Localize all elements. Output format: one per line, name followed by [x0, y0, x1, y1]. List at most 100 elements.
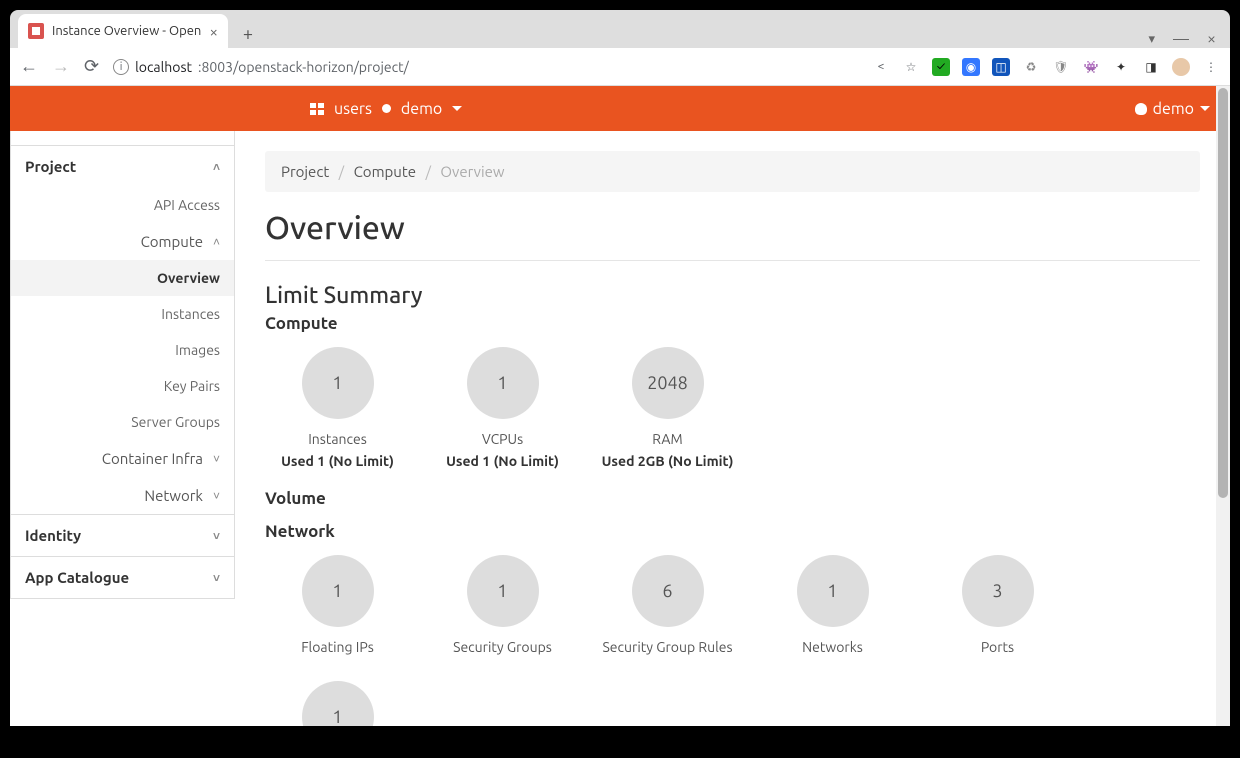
side-panel-icon[interactable]: ◨	[1142, 58, 1160, 76]
sidebar: Project ˄ API Access Compute ˄ Overview …	[10, 131, 235, 726]
domain-label: users	[334, 100, 372, 118]
new-tab-button[interactable]: +	[234, 20, 262, 48]
project-selector[interactable]: demo	[401, 100, 442, 118]
limit-label: Networks	[760, 639, 905, 655]
subsection-network: Network	[265, 522, 1200, 541]
close-icon[interactable]: ×	[210, 23, 218, 40]
back-button[interactable]: ←	[20, 56, 38, 77]
limit-used: Used 1 (No Limit)	[265, 453, 410, 469]
url-path: :8003/openstack-horizon/project/	[198, 59, 409, 75]
openstack-icon	[28, 23, 44, 39]
address-bar: ← → ⟳ i localhost :8003/openstack-horizon…	[10, 48, 1230, 86]
top-nav-bar: users demo demo	[10, 86, 1230, 131]
chevron-down-icon[interactable]: ▾	[1149, 32, 1156, 47]
extension-icon[interactable]: ◫	[992, 58, 1010, 76]
limit-circle: 3	[962, 555, 1034, 627]
forward-button: →	[52, 56, 70, 77]
sidebar-item-server-groups[interactable]: Server Groups	[11, 404, 234, 440]
sidebar-group-project[interactable]: Project ˄	[11, 146, 234, 187]
chevron-up-icon: ˄	[213, 160, 220, 174]
sidebar-label: Container Infra	[102, 450, 203, 467]
limit-circle: 1	[467, 347, 539, 419]
separator-dot-icon	[382, 104, 391, 113]
limit-circle: 1	[302, 555, 374, 627]
sidebar-group-network[interactable]: Network ˅	[11, 477, 234, 514]
limit-label: RAM	[595, 431, 740, 447]
user-icon	[1135, 103, 1147, 115]
sidebar-label: Network	[144, 487, 203, 504]
subsection-compute: Compute	[265, 314, 1200, 333]
chevron-down-icon: ˅	[213, 529, 220, 543]
tab-title: Instance Overview - Open	[52, 24, 201, 38]
main-content: Project / Compute / Overview Overview Li…	[235, 131, 1230, 726]
limit-circle: 1	[302, 681, 374, 726]
limit-label: Floating IPs	[265, 639, 410, 655]
limit-circle: 2048	[632, 347, 704, 419]
share-icon[interactable]: <	[872, 58, 890, 76]
browser-tab-strip: Instance Overview - Open × + ▾ — ×	[10, 10, 1230, 48]
bookmark-icon[interactable]: ☆	[902, 58, 920, 76]
limit-used: Used 2GB (No Limit)	[595, 453, 740, 469]
limit-card: 1 Security Groups	[430, 555, 575, 661]
user-menu[interactable]: demo	[1153, 100, 1194, 118]
chevron-down-icon: ˅	[213, 489, 220, 503]
limit-used: Used 1 (No Limit)	[430, 453, 575, 469]
limit-card: 1 Instances Used 1 (No Limit)	[265, 347, 410, 469]
extensions-menu-icon[interactable]: ✦	[1112, 58, 1130, 76]
section-limit-summary: Limit Summary	[265, 283, 1200, 308]
subsection-volume: Volume	[265, 489, 1200, 508]
url-field[interactable]: i localhost :8003/openstack-horizon/proje…	[113, 59, 858, 75]
limit-circle: 6	[632, 555, 704, 627]
extension-icon[interactable]: ◉	[962, 58, 980, 76]
limit-circle: 1	[797, 555, 869, 627]
scrollbar-thumb[interactable]	[1218, 88, 1228, 498]
menu-icon[interactable]: ⋮	[1202, 58, 1220, 76]
limit-circle: 1	[302, 347, 374, 419]
limit-label: Ports	[925, 639, 1070, 655]
sidebar-label: App Catalogue	[25, 569, 129, 586]
limit-card: 1 Floating IPs	[265, 555, 410, 661]
breadcrumb-project[interactable]: Project	[281, 163, 329, 180]
sidebar-group-app-catalogue[interactable]: App Catalogue ˅	[11, 557, 234, 598]
limit-label: Instances	[265, 431, 410, 447]
limit-circle: 1	[467, 555, 539, 627]
sidebar-label: Project	[25, 158, 76, 175]
caret-down-icon	[452, 106, 462, 111]
site-info-icon[interactable]: i	[113, 59, 129, 75]
limit-label: Security Groups	[430, 639, 575, 655]
caret-down-icon	[1200, 106, 1210, 111]
sidebar-item-key-pairs[interactable]: Key Pairs	[11, 368, 234, 404]
url-host: localhost	[135, 59, 192, 75]
limit-label: Security Group Rules	[595, 639, 740, 655]
sidebar-group-compute[interactable]: Compute ˄	[11, 223, 234, 260]
close-window-icon[interactable]: ×	[1207, 30, 1216, 48]
limit-card: 3 Ports	[925, 555, 1070, 661]
sidebar-item-instances[interactable]: Instances	[11, 296, 234, 332]
domain-icon	[310, 103, 324, 115]
sidebar-group-identity[interactable]: Identity ˅	[11, 515, 234, 556]
limit-card: 6 Security Group Rules	[595, 555, 740, 661]
page-title: Overview	[265, 210, 1200, 246]
reload-button[interactable]: ⟳	[84, 56, 99, 77]
chevron-up-icon: ˄	[213, 235, 220, 249]
limit-card: 1VCPUsUsed 1 (No Limit)	[430, 347, 575, 469]
limit-card: 2048 RAM Used 2GB (No Limit)	[595, 347, 740, 469]
window-controls: ▾ — ×	[1149, 30, 1231, 48]
extension-icon[interactable]: ♻	[1022, 58, 1040, 76]
extension-icon[interactable]: ✓	[932, 58, 950, 76]
sidebar-item-images[interactable]: Images	[11, 332, 234, 368]
sidebar-group-container-infra[interactable]: Container Infra ˅	[11, 440, 234, 477]
minimize-icon[interactable]: —	[1173, 30, 1189, 48]
extension-icon[interactable]: 🛡	[1052, 58, 1070, 76]
browser-tab[interactable]: Instance Overview - Open ×	[18, 14, 228, 48]
limit-card: 1Routers	[265, 681, 410, 726]
sidebar-item-api-access[interactable]: API Access	[11, 187, 234, 223]
breadcrumb-compute[interactable]: Compute	[354, 163, 416, 180]
sidebar-label: Compute	[141, 233, 203, 250]
sidebar-item-overview[interactable]: Overview	[11, 260, 234, 296]
extension-icon[interactable]: 👾	[1082, 58, 1100, 76]
breadcrumb: Project / Compute / Overview	[265, 151, 1200, 192]
limit-card: 1 Networks	[760, 555, 905, 661]
scrollbar[interactable]	[1216, 86, 1230, 726]
profile-avatar[interactable]	[1172, 58, 1190, 76]
